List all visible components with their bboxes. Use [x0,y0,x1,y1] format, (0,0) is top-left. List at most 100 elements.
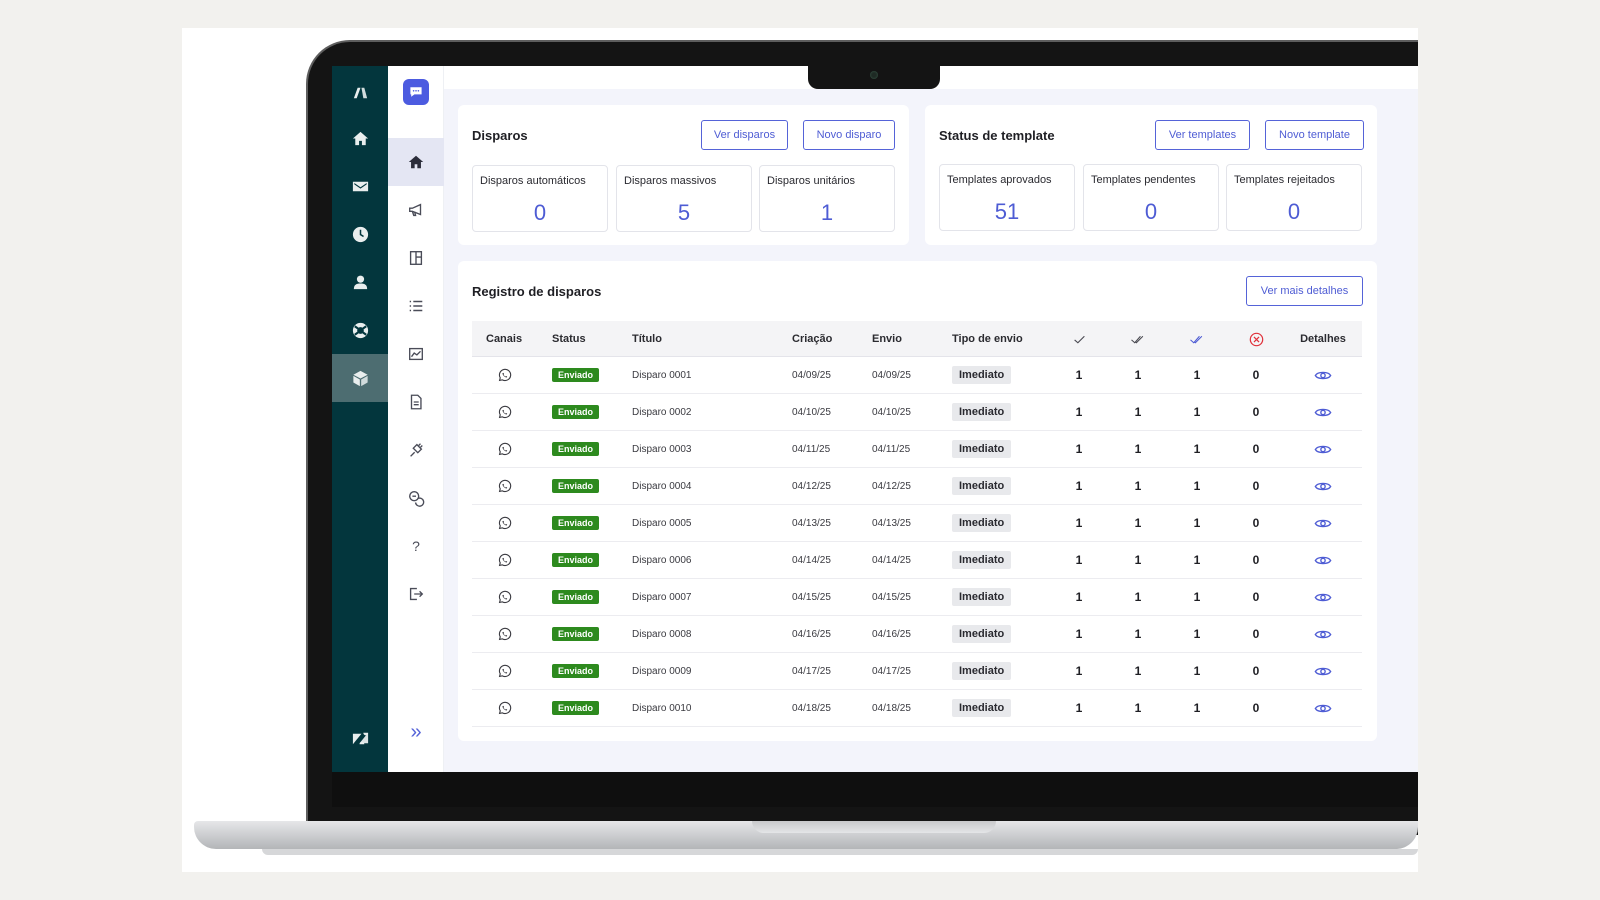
ver-templates-button[interactable]: Ver templates [1155,120,1250,150]
criacao-cell: 04/09/25 [792,369,831,381]
status-badge: Enviado [552,590,600,604]
eye-icon[interactable] [1298,357,1348,393]
ver-mais-detalhes-button[interactable]: Ver mais detalhes [1246,276,1363,306]
sent-check-icon [1064,321,1094,357]
delivered-count: 1 [1134,664,1142,678]
col-detalhes: Detalhes [1300,333,1346,345]
eye-icon[interactable] [1298,542,1348,578]
read-count: 1 [1193,664,1201,678]
read-count: 1 [1193,442,1201,456]
support-icon[interactable] [332,306,388,354]
whatsapp-icon [486,357,522,393]
eye-icon[interactable] [1298,394,1348,430]
whatsapp-icon [486,505,522,541]
failed-count: 0 [1252,701,1260,715]
tipo-cell: Imediato [952,579,1012,615]
whatsapp-icon [486,394,522,430]
delivered-count: 1 [1134,405,1142,419]
delivered-count: 1 [1134,516,1142,530]
tipo-badge: Imediato [952,477,1012,495]
help-icon[interactable]: ? [388,522,444,570]
mail-icon[interactable] [332,162,388,210]
tipo-cell: Imediato [952,468,1012,504]
status-badge: Enviado [552,627,600,641]
chat-logo-icon[interactable] [403,79,429,105]
eye-icon[interactable] [1298,616,1348,652]
plug-icon[interactable] [388,426,444,474]
eye-icon[interactable] [1298,653,1348,689]
delivered-count: 1 [1134,701,1142,715]
status-cell: Enviado [552,653,600,689]
delivered-count: 1 [1134,442,1142,456]
chart-icon[interactable] [388,330,444,378]
eye-icon[interactable] [1298,431,1348,467]
envio-cell: 04/18/25 [872,702,911,714]
delivered-count: 1 [1134,590,1142,604]
table-row: Enviado Disparo 0007 04/15/25 04/15/25 Imedi… [472,579,1362,616]
stat-templates-aprovados: Templates aprovados 51 [939,164,1075,231]
stat-value: 5 [677,200,691,225]
logo-icon[interactable] [332,68,388,116]
titulo-cell: Disparo 0009 [632,665,692,677]
failed-count: 0 [1252,590,1260,604]
list-icon[interactable] [388,282,444,330]
eye-icon[interactable] [1298,579,1348,615]
delivered-count: 1 [1134,627,1142,641]
chats-icon[interactable] [388,474,444,522]
status-cell: Enviado [552,468,600,504]
read-count: 1 [1193,405,1201,419]
envio-cell: 04/10/25 [872,406,911,418]
megaphone-icon[interactable] [388,186,444,234]
home-icon[interactable] [388,138,444,186]
status-cell: Enviado [552,616,600,652]
delivered-count: 1 [1134,368,1142,382]
novo-template-button[interactable]: Novo template [1265,120,1364,150]
table-row: Enviado Disparo 0005 04/13/25 04/13/25 Imedi… [472,505,1362,542]
expand-icon[interactable]: » [388,708,444,756]
document-icon[interactable] [388,378,444,426]
read-count: 1 [1193,553,1201,567]
sent-count: 1 [1075,479,1083,493]
table-row: Enviado Disparo 0001 04/09/25 04/09/25 Imedi… [472,357,1362,394]
read-count: 1 [1193,368,1201,382]
stat-templates-rejeitados: Templates rejeitados 0 [1226,164,1362,231]
zendesk-logo [332,714,388,762]
tipo-badge: Imediato [952,588,1012,606]
laptop-base-shadow [262,849,1418,855]
box-icon[interactable] [332,354,388,402]
logout-icon[interactable] [388,570,444,618]
envio-cell: 04/15/25 [872,591,911,603]
eye-icon[interactable] [1298,690,1348,726]
ver-disparos-button[interactable]: Ver disparos [701,120,788,150]
eye-icon[interactable] [1298,468,1348,504]
sent-count: 1 [1075,664,1083,678]
sent-count: 1 [1075,701,1083,715]
tipo-cell: Imediato [952,690,1012,726]
sent-count: 1 [1075,553,1083,567]
col-canais: Canais [486,333,523,345]
criacao-cell: 04/17/25 [792,665,831,677]
status-cell: Enviado [552,357,600,393]
status-cell: Enviado [552,579,600,615]
status-badge: Enviado [552,516,600,530]
user-icon[interactable] [332,258,388,306]
delivered-count: 1 [1134,553,1142,567]
criacao-cell: 04/12/25 [792,480,831,492]
stat-label: Disparos unitários [767,175,856,187]
failed-count: 0 [1252,405,1260,419]
eye-icon[interactable] [1298,505,1348,541]
clock-icon[interactable] [332,210,388,258]
whatsapp-icon [486,431,522,467]
novo-disparo-button[interactable]: Novo disparo [803,120,895,150]
main-content: Disparos Ver disparos Novo disparo Dispa… [444,89,1418,772]
home-icon[interactable] [332,114,388,162]
stat-value: 51 [994,199,1020,224]
tipo-badge: Imediato [952,440,1012,458]
template-icon[interactable] [388,234,444,282]
failed-x-icon [1241,321,1271,357]
whatsapp-icon [486,468,522,504]
failed-count: 0 [1252,627,1260,641]
sent-count: 1 [1075,405,1083,419]
tipo-cell: Imediato [952,431,1012,467]
sent-count: 1 [1075,627,1083,641]
